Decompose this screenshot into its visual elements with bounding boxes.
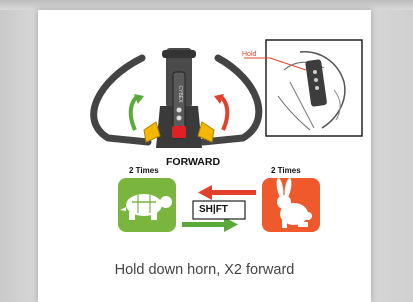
instruction-card: CYBEX Hold FORWARD 2 Times 2 Times SH|FT…	[38, 10, 371, 302]
horn-button	[172, 126, 186, 138]
hold-detail-inset	[244, 39, 363, 137]
steering-handle-icon: CYBEX	[90, 48, 263, 148]
background-strip	[0, 0, 413, 10]
right-count-label: 2 Times	[271, 166, 301, 175]
hold-label: Hold	[242, 51, 257, 58]
rabbit-fast-icon	[262, 178, 320, 232]
left-count-label: 2 Times	[129, 166, 159, 175]
forward-label: FORWARD	[166, 156, 221, 168]
turtle-slow-icon	[118, 178, 176, 232]
handle-text: CYBEX	[177, 86, 183, 104]
instruction-caption: Hold down horn, X2 forward	[114, 262, 295, 278]
shift-label: SH|FT	[199, 204, 228, 215]
